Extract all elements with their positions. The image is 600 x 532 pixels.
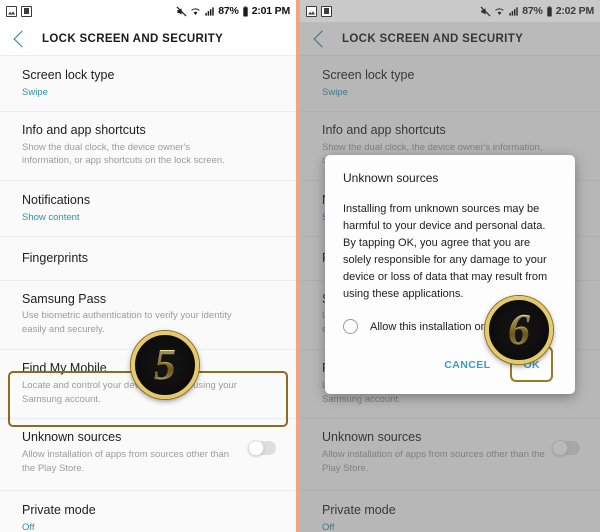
dual-screenshot-stage: 87% 2:01 PM LOCK SCREEN AND SECURITY Scr…: [0, 0, 600, 532]
setting-row-fingerprints[interactable]: Fingerprints: [0, 236, 296, 281]
mute-icon: [176, 5, 187, 17]
row-title: Screen lock type: [22, 68, 115, 82]
allow-once-radio[interactable]: [343, 319, 358, 335]
setting-row-unknown-sources[interactable]: Unknown sources Allow installation of ap…: [0, 419, 296, 491]
left-status-bar: 87% 2:01 PM: [0, 0, 296, 22]
screenshot-notification-icon: [321, 5, 332, 17]
row-subtitle: Show the dual clock, the device owner's …: [22, 141, 225, 167]
row-subtitle: Off: [22, 521, 35, 532]
status-notification-icons: [306, 5, 332, 17]
dialog-body: Installing from unknown sources may be h…: [343, 203, 548, 301]
setting-row-notifications[interactable]: Notifications Show content: [0, 181, 296, 237]
left-settings-list: Screen lock type Swipe Info and app shor…: [0, 56, 296, 532]
status-system-icons: 87% 2:02 PM: [480, 5, 594, 17]
row-title: Private mode: [22, 502, 96, 517]
cancel-button[interactable]: CANCEL: [444, 359, 490, 371]
wifi-icon: [495, 7, 504, 15]
clock-label: 2:02 PM: [555, 5, 594, 17]
signal-icon: [205, 6, 214, 16]
step-badge-6: 6: [485, 296, 553, 364]
image-notification-icon: [306, 5, 317, 17]
image-notification-icon: [6, 5, 17, 17]
battery-percent-label: 87%: [218, 5, 239, 17]
left-phone-panel: 87% 2:01 PM LOCK SCREEN AND SECURITY Scr…: [0, 0, 296, 532]
battery-icon: [547, 5, 552, 17]
allow-once-label: Allow this installation only: [370, 320, 495, 333]
row-title: Unknown sources: [22, 430, 122, 445]
row-title: Notifications: [22, 193, 91, 208]
wifi-icon: [191, 7, 200, 15]
dialog-title: Unknown sources: [343, 171, 439, 185]
setting-row-screen-lock-type[interactable]: Screen lock type Swipe: [0, 56, 296, 112]
left-app-header: LOCK SCREEN AND SECURITY: [0, 22, 296, 56]
status-notification-icons: [6, 5, 32, 17]
row-title: Info and app shortcuts: [22, 122, 146, 137]
step-badge-number: 5: [154, 340, 176, 389]
status-system-icons: 87% 2:01 PM: [176, 5, 290, 17]
mute-icon: [480, 5, 491, 17]
step-badge-5: 5: [131, 331, 199, 399]
back-chevron-icon[interactable]: [13, 30, 31, 47]
signal-icon: [509, 6, 518, 16]
screenshot-notification-icon: [21, 5, 32, 17]
row-title: Fingerprints: [22, 250, 88, 265]
row-subtitle: Allow installation of apps from sources …: [22, 449, 229, 475]
battery-percent-label: 87%: [522, 5, 543, 17]
unknown-sources-toggle[interactable]: [248, 440, 276, 457]
clock-label: 2:01 PM: [251, 5, 290, 17]
right-status-bar: 87% 2:02 PM: [300, 0, 600, 22]
setting-row-private-mode[interactable]: Private mode Off: [0, 490, 296, 532]
row-subtitle: Show content: [22, 211, 80, 223]
page-title: LOCK SCREEN AND SECURITY: [42, 32, 224, 45]
row-subtitle: Use biometric authentication to verify y…: [22, 310, 232, 336]
row-subtitle: Swipe: [22, 86, 48, 98]
battery-icon: [243, 5, 248, 17]
right-phone-panel: 87% 2:02 PM LOCK SCREEN AND SECURITY Scr…: [300, 0, 600, 532]
setting-row-info-and-app-shortcuts[interactable]: Info and app shortcuts Show the dual clo…: [0, 111, 296, 182]
toggle-knob: [248, 440, 264, 457]
row-title: Samsung Pass: [22, 291, 107, 306]
step-badge-number: 6: [508, 305, 530, 354]
